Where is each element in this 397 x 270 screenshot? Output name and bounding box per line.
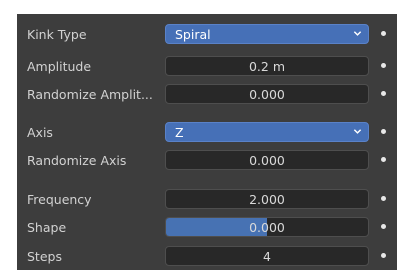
row-randomize-axis: Randomize Axis 0.000 [17, 150, 397, 172]
chevron-down-icon [353, 129, 362, 134]
keyframe-dot-icon[interactable] [381, 157, 386, 162]
randomize-amplitude-value: 0.000 [249, 87, 285, 102]
shape-label: Shape [27, 220, 67, 235]
amplitude-field[interactable]: 0.2 m [165, 56, 369, 76]
amplitude-value: 0.2 m [248, 59, 286, 74]
row-shape: Shape 0.000 [17, 217, 397, 239]
row-kink-type: Kink Type Spiral [17, 24, 397, 46]
randomize-axis-value: 0.000 [249, 153, 285, 168]
frequency-label: Frequency [27, 192, 92, 207]
steps-label: Steps [27, 249, 62, 264]
randomize-axis-label: Randomize Axis [27, 153, 127, 168]
row-amplitude: Amplitude 0.2 m [17, 56, 397, 78]
kink-properties-panel: Kink Type Spiral Amplitude 0.2 m Randomi… [17, 14, 397, 270]
shape-slider[interactable]: 0.000 [165, 217, 369, 237]
amplitude-label: Amplitude [27, 59, 92, 74]
randomize-axis-field[interactable]: 0.000 [165, 150, 369, 170]
frequency-field[interactable]: 2.000 [165, 189, 369, 209]
kink-type-label: Kink Type [27, 27, 87, 42]
axis-label: Axis [27, 125, 53, 140]
randomize-amplitude-label: Randomize Amplit... [27, 87, 153, 102]
kink-type-dropdown[interactable]: Spiral [165, 24, 369, 44]
randomize-amplitude-field[interactable]: 0.000 [165, 84, 369, 104]
axis-dropdown[interactable]: Z [165, 122, 369, 142]
steps-value: 4 [263, 249, 271, 264]
kink-type-value: Spiral [175, 27, 211, 42]
keyframe-dot-icon[interactable] [381, 31, 386, 36]
keyframe-dot-icon[interactable] [381, 224, 386, 229]
keyframe-dot-icon[interactable] [381, 129, 386, 134]
chevron-down-icon [353, 31, 362, 36]
row-steps: Steps 4 [17, 246, 397, 268]
keyframe-dot-icon[interactable] [381, 63, 386, 68]
axis-value: Z [175, 125, 184, 140]
row-axis: Axis Z [17, 122, 397, 144]
frequency-value: 2.000 [249, 192, 285, 207]
steps-field[interactable]: 4 [165, 246, 369, 266]
row-frequency: Frequency 2.000 [17, 189, 397, 211]
keyframe-dot-icon[interactable] [381, 196, 386, 201]
keyframe-dot-icon[interactable] [381, 253, 386, 258]
shape-value: 0.000 [249, 220, 285, 235]
row-randomize-amplitude: Randomize Amplit... 0.000 [17, 84, 397, 106]
keyframe-dot-icon[interactable] [381, 91, 386, 96]
